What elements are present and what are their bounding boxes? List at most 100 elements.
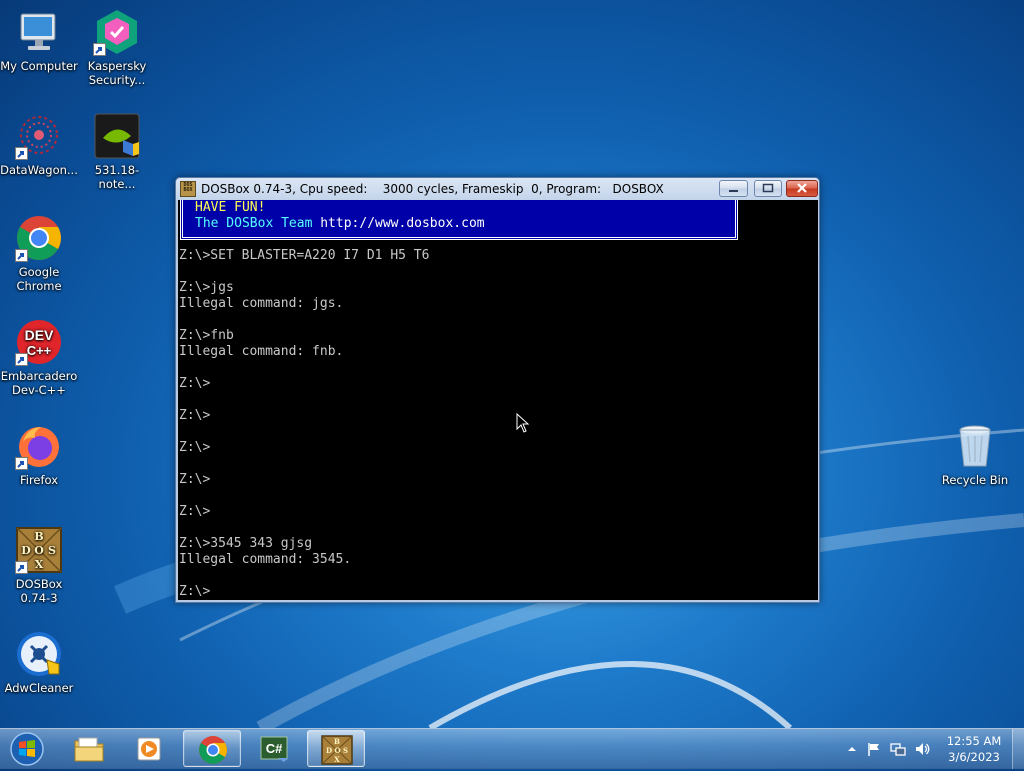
mouse-cursor-icon	[516, 413, 530, 433]
desktop-icon-label: Firefox	[19, 473, 59, 487]
banner-url: http://www.dosbox.com	[320, 216, 485, 231]
close-icon	[797, 183, 807, 193]
taskbar: C# B D O S X 12:55 AM 3/6/2023	[0, 728, 1024, 769]
console-line: Z:\>jgs	[179, 280, 234, 295]
taskbar-dosbox[interactable]: B D O S X	[307, 730, 365, 767]
desktop-icon-google-chrome[interactable]: Google Chrome	[0, 214, 78, 293]
taskbar-csharp-app[interactable]: C#	[245, 730, 303, 767]
console-line: Z:\>	[179, 472, 211, 487]
taskbar-google-chrome[interactable]	[183, 730, 241, 767]
svg-text:D: D	[21, 544, 31, 557]
folder-icon	[74, 737, 104, 762]
maximize-icon	[762, 183, 774, 193]
console-line: Illegal command: jgs.	[179, 296, 344, 311]
close-button[interactable]	[786, 180, 818, 197]
desktop-icon-label: Google Chrome	[16, 265, 62, 293]
dosbox-window[interactable]: DOS BOX DOSBox 0.74-3, Cpu speed: 3000 c…	[175, 177, 820, 603]
system-clock[interactable]: 12:55 AM 3/6/2023	[938, 733, 1010, 765]
taskbar-file-explorer[interactable]	[60, 730, 118, 767]
shortcut-arrow-icon	[15, 561, 28, 574]
banner-team-text: The DOSBox Team	[195, 216, 321, 231]
volume-icon[interactable]	[914, 741, 930, 757]
taskbar-media-player[interactable]	[121, 730, 179, 767]
desktop-icon-datawagon[interactable]: DataWagon...	[0, 112, 78, 177]
desktop-icon-label: AdwCleaner	[4, 681, 74, 695]
shortcut-arrow-icon	[93, 43, 106, 56]
desktop-icon-adwcleaner[interactable]: AdwCleaner	[0, 630, 78, 695]
dosbox-icon: B D O S X	[321, 735, 353, 765]
welcome-banner: HAVE FUN! The DOSBox Team http://www.dos…	[180, 200, 738, 240]
desktop-icon-label: DataWagon...	[0, 163, 78, 177]
dosbox-icon: B D O S X	[15, 526, 63, 574]
console-output: Z:\>SET BLASTER=A220 I7 D1 H5 T6 Z:\>jgs…	[179, 248, 429, 600]
show-desktop-button[interactable]	[1012, 729, 1024, 769]
shortcut-arrow-icon	[15, 457, 28, 470]
desktop-icon-label: 531.18-note...	[94, 163, 140, 191]
firefox-icon	[15, 422, 63, 470]
desktop-icon-label: Kaspersky Security...	[87, 59, 147, 87]
devcpp-icon: DEV C++	[15, 318, 63, 366]
console-line: Z:\>	[179, 504, 211, 519]
title-bar[interactable]: DOS BOX DOSBox 0.74-3, Cpu speed: 3000 c…	[176, 178, 819, 200]
desktop-icon-label: DOSBox 0.74-3	[15, 577, 63, 605]
minimize-button[interactable]	[719, 180, 748, 197]
console-line: Z:\>fnb	[179, 328, 234, 343]
console-line: Z:\>	[179, 584, 211, 599]
banner-have-fun: HAVE FUN!	[195, 200, 266, 215]
shortcut-arrow-icon	[15, 249, 28, 262]
desktop-icon-devcpp[interactable]: DEV C++ Embarcadero Dev-C++	[0, 318, 78, 397]
clock-time: 12:55 AM	[946, 734, 1002, 748]
shortcut-arrow-icon	[15, 147, 28, 160]
desktop-icon-kaspersky[interactable]: Kaspersky Security...	[78, 8, 156, 87]
csharp-icon: C#	[260, 736, 288, 762]
console-line: Z:\>	[179, 408, 211, 423]
adwcleaner-icon	[15, 630, 63, 678]
desktop-icon-dosbox[interactable]: B D O S X DOSBox 0.74-3	[0, 526, 78, 605]
window-title: DOSBox 0.74-3, Cpu speed: 3000 cycles, F…	[201, 182, 664, 196]
dos-console-screen[interactable]: HAVE FUN! The DOSBox Team http://www.dos…	[178, 200, 818, 600]
svg-text:D O S: D O S	[326, 746, 348, 755]
svg-text:DEV: DEV	[25, 327, 54, 343]
svg-text:O: O	[34, 544, 44, 557]
action-center-flag-icon[interactable]	[866, 741, 882, 757]
desktop-icon-label: Recycle Bin	[941, 473, 1009, 487]
maximize-button[interactable]	[754, 180, 782, 197]
console-line: Z:\>	[179, 376, 211, 391]
banner-team-line: The DOSBox Team http://www.dosbox.com	[195, 216, 485, 232]
show-hidden-icons-chevron-icon[interactable]	[844, 741, 860, 757]
svg-text:C++: C++	[27, 343, 52, 358]
windows-orb-icon	[10, 732, 44, 766]
desktop-icon-nvidia-installer[interactable]: 531.18-note...	[78, 112, 156, 191]
media-player-icon	[137, 737, 161, 761]
network-icon[interactable]	[890, 741, 906, 757]
svg-text:X: X	[35, 558, 44, 571]
desktop-icon-recycle-bin[interactable]: Recycle Bin	[936, 422, 1014, 487]
desktop-icon-label: Embarcadero Dev-C++	[0, 369, 78, 397]
svg-text:S: S	[48, 544, 56, 557]
my-computer-icon	[15, 8, 63, 56]
clock-date: 3/6/2023	[948, 750, 1000, 764]
console-line: Illegal command: fnb.	[179, 344, 344, 359]
desktop-icon-firefox[interactable]: Firefox	[0, 422, 78, 487]
svg-text:C#: C#	[266, 741, 283, 756]
chrome-icon	[199, 736, 227, 764]
desktop-icon-label: My Computer	[0, 59, 78, 73]
console-line: Z:\>3545 343 gjsg	[179, 536, 313, 551]
datawagon-icon	[15, 112, 63, 160]
dosbox-app-icon[interactable]: DOS BOX	[180, 181, 196, 197]
chrome-icon	[15, 214, 63, 262]
console-line: Z:\>SET BLASTER=A220 I7 D1 H5 T6	[179, 248, 430, 263]
console-line: Illegal command: 3545.	[179, 552, 352, 567]
svg-text:X: X	[334, 755, 340, 764]
desktop-icon-my-computer[interactable]: My Computer	[0, 8, 78, 73]
minimize-icon	[729, 190, 738, 192]
start-button[interactable]	[6, 731, 48, 767]
